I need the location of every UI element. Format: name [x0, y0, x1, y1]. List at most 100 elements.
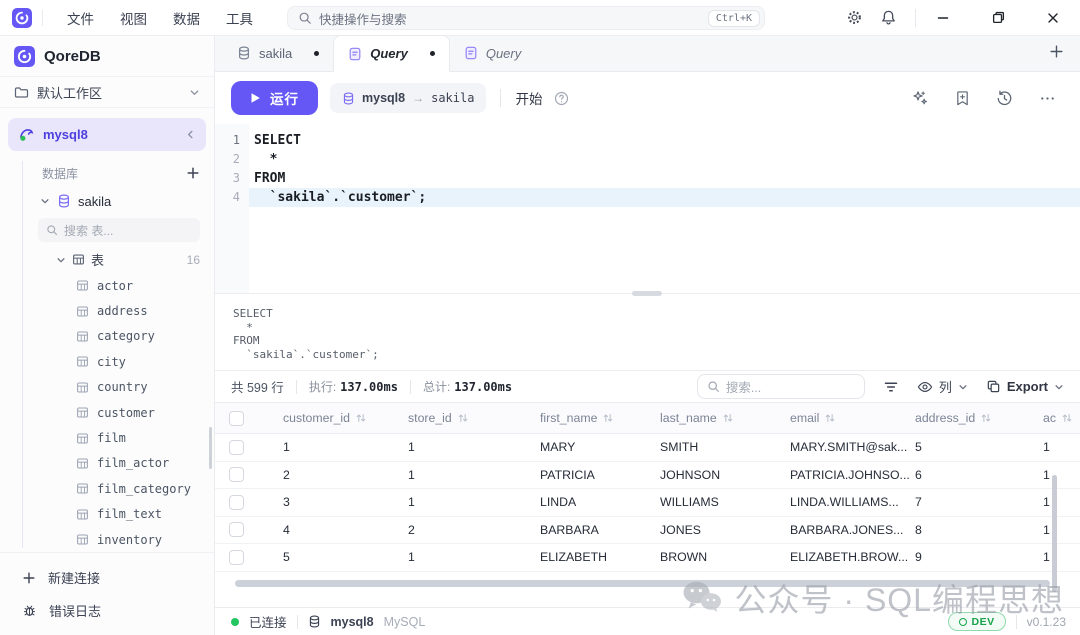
- split-drag-handle[interactable]: [632, 291, 662, 296]
- sidebar-table-item[interactable]: film: [0, 425, 214, 450]
- results-rows: 11MARYSMITHMARY.SMITH@sak...5121PATRICIA…: [215, 434, 1080, 572]
- run-query-button[interactable]: 运行: [231, 81, 318, 115]
- table-row[interactable]: 11MARYSMITHMARY.SMITH@sak...51: [215, 434, 1080, 462]
- sidebar-table-item[interactable]: category: [0, 324, 214, 349]
- sidebar-table-item[interactable]: address: [0, 298, 214, 323]
- more-options-button[interactable]: [1039, 90, 1056, 107]
- columns-visibility-button[interactable]: 列: [917, 377, 968, 396]
- row-checkbox[interactable]: [229, 440, 244, 455]
- filter-icon[interactable]: [883, 379, 899, 395]
- sidebar-table-item[interactable]: film_text: [0, 502, 214, 527]
- menu-item-tools[interactable]: 工具: [226, 8, 253, 28]
- restore-button[interactable]: [983, 5, 1013, 31]
- notifications-bell-button[interactable]: [873, 5, 903, 31]
- row-checkbox[interactable]: [229, 467, 244, 482]
- bookmark-save-button[interactable]: [955, 90, 970, 107]
- line-number: 2: [215, 150, 249, 169]
- select-all-checkbox[interactable]: [229, 411, 244, 426]
- search-icon: [46, 224, 58, 236]
- table-row[interactable]: 21PATRICIAJOHNSONPATRICIA.JOHNSO...61: [215, 462, 1080, 490]
- tab-sakila[interactable]: sakila: [223, 35, 333, 71]
- sidebar-table-item[interactable]: customer: [0, 400, 214, 425]
- tab-query-2[interactable]: Query: [450, 35, 535, 71]
- table-grid-icon: [72, 253, 85, 266]
- column-header-address_id[interactable]: address_id: [915, 411, 1043, 425]
- start-label[interactable]: 开始: [515, 88, 542, 108]
- column-header-first_name[interactable]: first_name: [540, 411, 660, 425]
- column-header-ac[interactable]: ac: [1043, 411, 1080, 425]
- results-header-row: customer_idstore_idfirst_namelast_nameem…: [215, 403, 1080, 434]
- help-icon[interactable]: [554, 91, 569, 106]
- editor-line[interactable]: 3 FROM: [215, 169, 1080, 188]
- table-cell: 5: [283, 550, 408, 564]
- global-search-input[interactable]: 快捷操作与搜索 Ctrl+K: [287, 6, 765, 30]
- ai-sparkles-button[interactable]: [911, 89, 929, 107]
- menu-item-file[interactable]: 文件: [67, 8, 94, 28]
- column-header-email[interactable]: email: [790, 411, 915, 425]
- plus-icon: [22, 571, 36, 585]
- exec-time-label: 执行:: [309, 378, 336, 395]
- results-search-input[interactable]: 搜索...: [697, 374, 865, 399]
- table-item-label: film: [97, 431, 126, 445]
- new-tab-button[interactable]: [1049, 44, 1064, 59]
- table-cell: 1: [408, 468, 540, 482]
- status-connection-name[interactable]: mysql8: [331, 615, 374, 629]
- sidebar-table-item[interactable]: film_category: [0, 476, 214, 501]
- unsaved-dot: [314, 51, 319, 56]
- error-log-button[interactable]: 错误日志: [0, 594, 214, 627]
- sidebar-scrollbar[interactable]: [209, 427, 212, 469]
- connected-label: 已连接: [249, 612, 287, 631]
- table-cell: 8: [915, 523, 1043, 537]
- menu-bar: 文件 视图 数据 工具: [67, 8, 253, 28]
- minimize-button[interactable]: [928, 5, 958, 31]
- table-grid-icon: [76, 432, 89, 445]
- row-checkbox[interactable]: [229, 495, 244, 510]
- bug-icon: [22, 603, 37, 618]
- column-header-customer_id[interactable]: customer_id: [283, 411, 408, 425]
- app-version: v0.1.23: [1027, 615, 1066, 629]
- sidebar-table-item[interactable]: country: [0, 375, 214, 400]
- table-item-label: inventory: [97, 533, 162, 547]
- titlebar-divider: [42, 10, 43, 26]
- total-time-label: 总计:: [423, 378, 450, 395]
- sql-editor[interactable]: 1 SELECT 2 * 3 FROM 4 `sakila`.`customer…: [215, 124, 1080, 293]
- export-button[interactable]: Export: [986, 379, 1064, 394]
- settings-button[interactable]: [839, 5, 869, 31]
- line-code: `sakila`.`customer`;: [249, 188, 1080, 207]
- add-database-button[interactable]: [186, 166, 200, 180]
- column-header-store_id[interactable]: store_id: [408, 411, 540, 425]
- table-search-input[interactable]: 搜索 表...: [38, 218, 200, 242]
- connection-context-selector[interactable]: mysql8 → sakila: [330, 83, 486, 113]
- sidebar-table-item[interactable]: film_actor: [0, 451, 214, 476]
- row-checkbox[interactable]: [229, 550, 244, 565]
- sidebar-table-item[interactable]: actor: [0, 273, 214, 298]
- vertical-scrollbar[interactable]: [1052, 475, 1057, 592]
- sidebar-table-item[interactable]: inventory: [0, 527, 214, 552]
- horizontal-scrollbar[interactable]: [235, 580, 1050, 587]
- context-connection-name: mysql8: [362, 91, 405, 105]
- results-panel: SELECT *FROM `sakila`.`customer`; 共 599 …: [215, 293, 1080, 607]
- workspace-selector[interactable]: 默认工作区: [0, 76, 214, 108]
- table-row[interactable]: 42BARBARAJONESBARBARA.JONES...81: [215, 517, 1080, 545]
- close-button[interactable]: [1038, 5, 1068, 31]
- history-button[interactable]: [996, 90, 1013, 107]
- editor-line[interactable]: 1 SELECT: [215, 131, 1080, 150]
- status-divider: [297, 615, 298, 629]
- tables-group-node[interactable]: 表 16: [0, 246, 214, 273]
- new-connection-button[interactable]: 新建连接: [0, 561, 214, 594]
- menu-item-data[interactable]: 数据: [173, 8, 200, 28]
- tab-query-active[interactable]: Query: [333, 35, 450, 72]
- table-row[interactable]: 31LINDAWILLIAMSLINDA.WILLIAMS...71: [215, 489, 1080, 517]
- main-area: sakila Query Query 运行: [215, 36, 1080, 635]
- sidebar-table-item[interactable]: city: [0, 349, 214, 374]
- editor-line[interactable]: 4 `sakila`.`customer`;: [215, 188, 1080, 207]
- column-header-last_name[interactable]: last_name: [660, 411, 790, 425]
- chevron-left-icon[interactable]: [185, 129, 196, 140]
- table-row[interactable]: 51ELIZABETHBROWNELIZABETH.BROW...91: [215, 544, 1080, 572]
- connection-item-mysql8[interactable]: mysql8: [8, 118, 206, 151]
- database-node-sakila[interactable]: sakila: [0, 187, 214, 215]
- status-bar: 已连接 mysql8 MySQL DEV v0.1.23: [215, 607, 1080, 635]
- row-checkbox[interactable]: [229, 522, 244, 537]
- editor-line[interactable]: 2 *: [215, 150, 1080, 169]
- menu-item-view[interactable]: 视图: [120, 8, 147, 28]
